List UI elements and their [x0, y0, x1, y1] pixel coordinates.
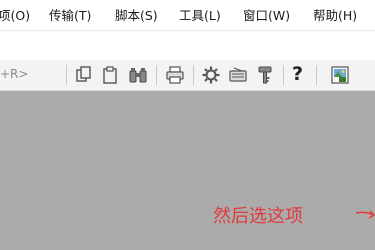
- toolbar-shortcut-text: +R>: [0, 67, 29, 81]
- help-icon[interactable]: ?: [292, 63, 303, 85]
- menu-help[interactable]: 帮助(H): [313, 8, 357, 23]
- annotation-text: 然后选这项: [213, 206, 303, 227]
- find-binoculars-icon[interactable]: [128, 65, 148, 85]
- toolbar-separator: [316, 65, 317, 85]
- toolbar-separator: [66, 65, 67, 85]
- toolbar-separator: [156, 65, 157, 85]
- paste-icon[interactable]: [100, 65, 120, 85]
- print-icon[interactable]: [165, 65, 185, 85]
- menu-bar: 项(O) 传输(T) 脚本(S) 工具(L) 窗口(W) 帮助(H): [0, 0, 375, 31]
- copy-icon[interactable]: [74, 65, 94, 85]
- menu-transfer[interactable]: 传输(T): [49, 8, 91, 23]
- menu-script[interactable]: 脚本(S): [115, 8, 158, 23]
- toolbar-separator: [283, 65, 284, 85]
- key-icon[interactable]: [255, 65, 275, 85]
- menu-window[interactable]: 窗口(W): [243, 8, 290, 23]
- annotation-arrow-icon: [355, 210, 375, 219]
- keymap-icon[interactable]: [228, 65, 248, 85]
- settings-gear-icon[interactable]: [201, 65, 221, 85]
- menu-tools[interactable]: 工具(L): [179, 8, 221, 23]
- app-window: 项(O) 传输(T) 脚本(S) 工具(L) 窗口(W) 帮助(H) +R> ?…: [0, 0, 375, 250]
- menu-strip-background: [0, 31, 375, 60]
- toolbar-separator: [193, 65, 194, 85]
- toolbar: +R> ?: [0, 60, 375, 91]
- screen-image-icon[interactable]: [330, 65, 350, 85]
- menu-options[interactable]: 项(O): [0, 8, 30, 23]
